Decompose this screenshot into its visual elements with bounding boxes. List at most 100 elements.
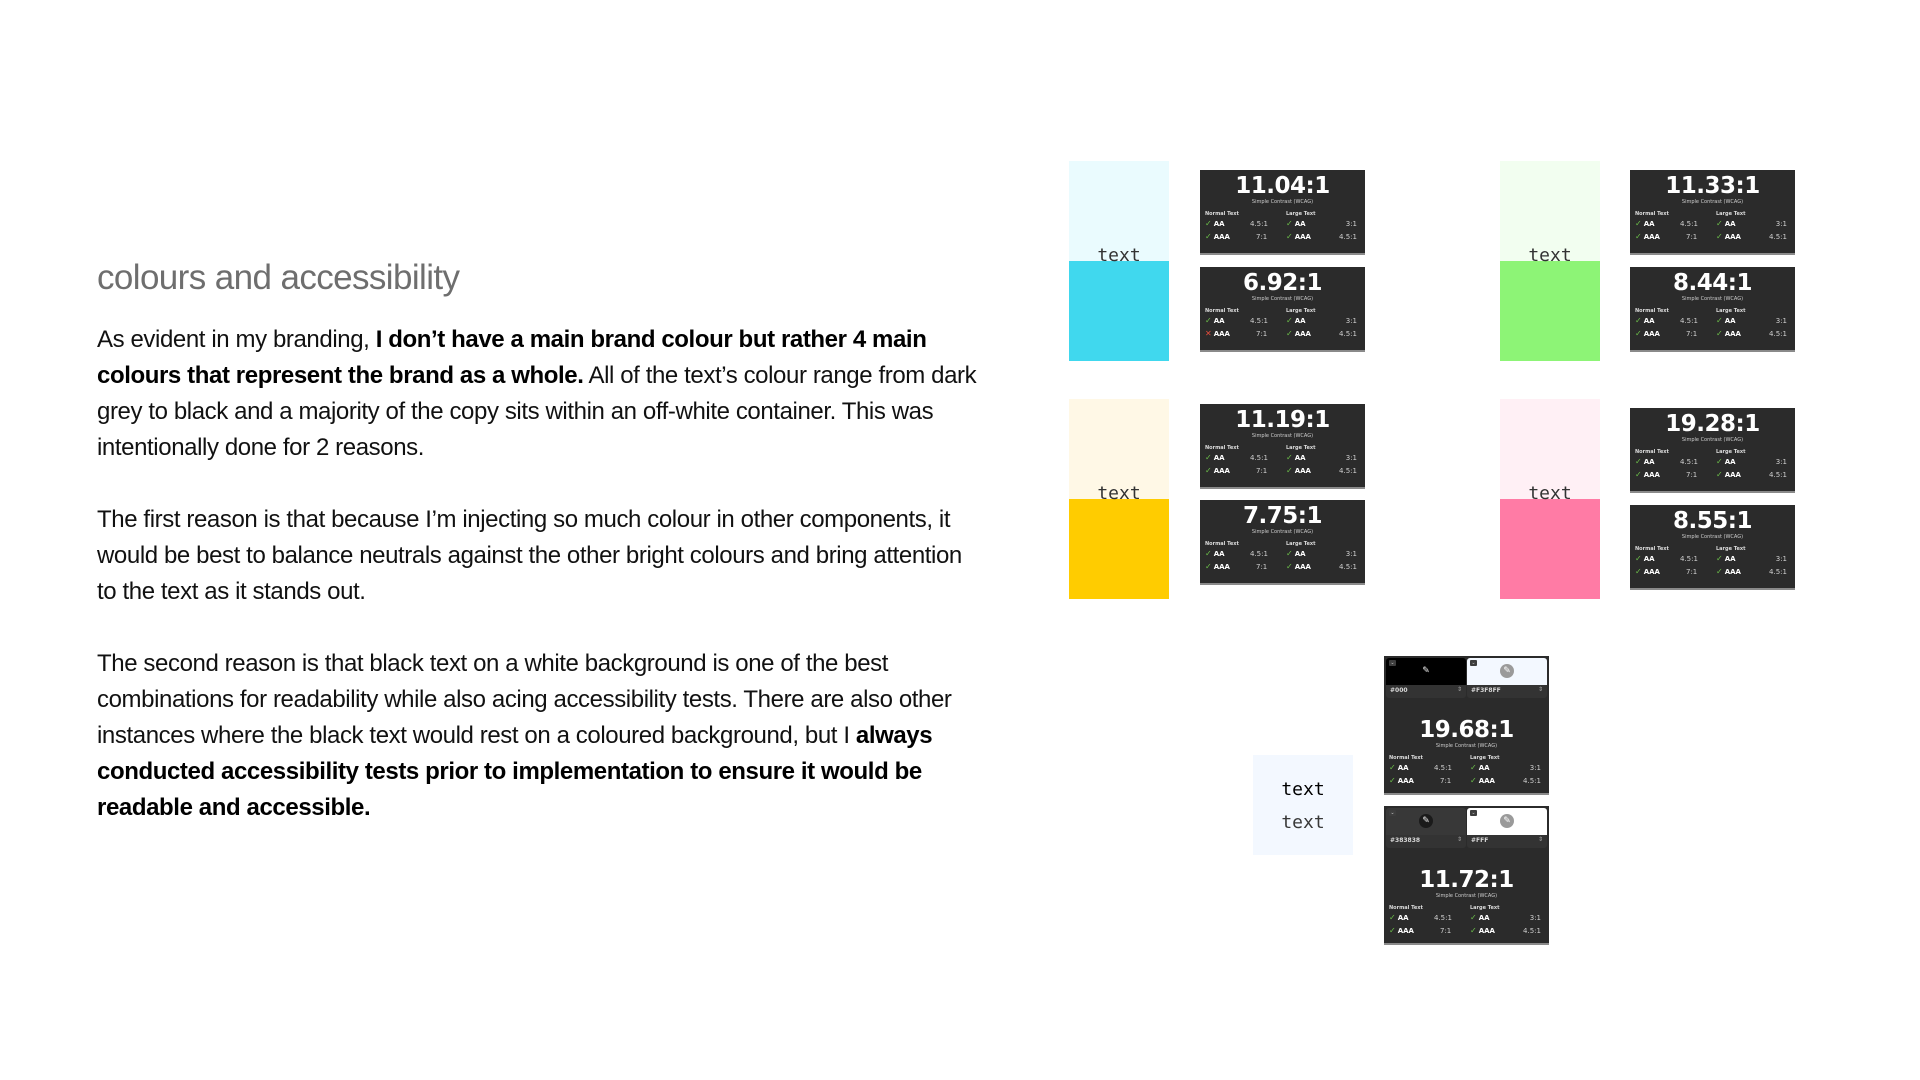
check-icon: ✓ <box>1205 232 1212 241</box>
paragraph-first-reason: The first reason is that because I’m inj… <box>97 506 962 605</box>
swatch-cyan-dark <box>1069 261 1169 361</box>
swatch-text-label: text <box>1097 245 1141 266</box>
eyedropper-icon[interactable]: ✎ <box>1419 814 1433 828</box>
contrast-ratio: 8.55:1 <box>1673 508 1752 534</box>
normal-aaa-result: ✓ AAA <box>1635 470 1660 479</box>
stepper-arrows-icon[interactable]: ⇕ <box>1538 686 1543 693</box>
contrast-checker-2: ⌄ ✎ #383838 ⇕ ⌄ ✎ #FFF ⇕ 11.72:1 Simple … <box>1384 806 1549 945</box>
chevron-down-icon[interactable]: ⌄ <box>1389 660 1396 666</box>
requirement-value: 4.5:1 <box>1339 330 1357 338</box>
large-text-header: Large Text <box>1470 755 1500 761</box>
sample-text-black: text <box>1281 779 1325 800</box>
foreground-color-picker[interactable]: ⌄ ✎ #383838 ⇕ <box>1386 808 1466 848</box>
normal-aaa-result: ✓ AAA <box>1635 567 1660 576</box>
requirement-value: 4.5:1 <box>1523 777 1541 785</box>
normal-text-header: Normal Text <box>1389 905 1423 911</box>
check-icon: ✓ <box>1635 232 1642 241</box>
requirement-value: 3:1 <box>1775 220 1787 228</box>
requirement-value: 4.5:1 <box>1680 555 1698 563</box>
background-hex-input[interactable]: #FFF <box>1471 837 1488 844</box>
large-text-header: Large Text <box>1286 445 1316 451</box>
check-icon: ✓ <box>1635 457 1642 466</box>
contrast-ratio: 8.44:1 <box>1673 270 1752 296</box>
normal-aa-result: ✓ AA <box>1635 219 1655 228</box>
requirement-value: 7:1 <box>1686 471 1698 479</box>
normal-aaa-result: ✓ AAA <box>1389 926 1414 935</box>
contrast-subtitle: Simple Contrast (WCAG) <box>1681 534 1744 540</box>
background-color-picker[interactable]: ⌄ ✎ #FFF ⇕ <box>1467 808 1547 848</box>
contrast-ratio: 19.68:1 <box>1419 717 1514 743</box>
normal-text-header: Normal Text <box>1389 755 1423 761</box>
check-icon: ✓ <box>1205 316 1212 325</box>
foreground-color-picker[interactable]: ⌄ ✎ #000 ⇕ <box>1386 658 1466 698</box>
stepper-arrows-icon[interactable]: ⇕ <box>1538 836 1543 843</box>
check-icon: ✓ <box>1389 776 1396 785</box>
check-icon: ✓ <box>1470 763 1477 772</box>
foreground-hex-input[interactable]: #000 <box>1390 687 1408 694</box>
swatch-text-label: text <box>1528 483 1572 504</box>
requirement-value: 4.5:1 <box>1680 458 1698 466</box>
chevron-down-icon[interactable]: ⌄ <box>1470 660 1477 666</box>
check-icon: ✓ <box>1716 470 1723 479</box>
stepper-arrows-icon[interactable]: ⇕ <box>1457 836 1462 843</box>
requirement-value: 4.5:1 <box>1250 317 1268 325</box>
swatch-text-label: text <box>1528 245 1572 266</box>
contrast-ratio: 6.92:1 <box>1243 270 1322 296</box>
normal-aa-result: ✓ AA <box>1389 763 1409 772</box>
contrast-results: Normal Text Large Text ✓ AA 4.5:1 ✓ AA 3:1… <box>1630 546 1795 586</box>
requirement-value: 7:1 <box>1256 467 1268 475</box>
chevron-down-icon[interactable]: ⌄ <box>1389 810 1396 816</box>
contrast-results: Normal Text Large Text ✓ AA 4.5:1 ✓ AA 3:1… <box>1200 445 1365 485</box>
normal-text-header: Normal Text <box>1205 308 1239 314</box>
background-hex-input[interactable]: #F3F8FF <box>1471 687 1501 694</box>
normal-text-header: Normal Text <box>1205 541 1239 547</box>
sample-text-dark-grey: text <box>1281 812 1325 833</box>
stepper-arrows-icon[interactable]: ⇕ <box>1457 686 1462 693</box>
contrast-ratio: 11.04:1 <box>1235 173 1330 199</box>
check-icon: ✓ <box>1286 316 1293 325</box>
check-icon: ✓ <box>1716 316 1723 325</box>
contrast-results: Normal Text Large Text ✓ AA 4.5:1 ✓ AA 3:1… <box>1630 449 1795 489</box>
check-icon: ✓ <box>1389 913 1396 922</box>
normal-aa-result: ✓ AA <box>1635 316 1655 325</box>
requirement-value: 7:1 <box>1686 233 1698 241</box>
requirement-value: 3:1 <box>1345 220 1357 228</box>
contrast-subtitle: Simple Contrast (WCAG) <box>1251 433 1314 439</box>
contrast-result: 11.72:1 Simple Contrast (WCAG) Normal Te… <box>1384 850 1549 945</box>
check-icon: ✓ <box>1716 232 1723 241</box>
check-icon: ✓ <box>1205 453 1212 462</box>
large-aaa-result: ✓ AAA <box>1470 776 1495 785</box>
contrast-results: Normal Text Large Text ✓ AA 4.5:1 ✓ AA 3:1… <box>1200 541 1365 581</box>
eyedropper-icon[interactable]: ✎ <box>1419 664 1433 678</box>
swatch-yellow: text <box>1069 399 1169 599</box>
normal-text-header: Normal Text <box>1635 211 1669 217</box>
contrast-ratio: 7.75:1 <box>1243 503 1322 529</box>
contrast-results: Normal Text Large Text ✓ AA 4.5:1 ✓ AA 3:1… <box>1630 211 1795 251</box>
eyedropper-icon[interactable]: ✎ <box>1500 664 1514 678</box>
normal-aaa-result: ✓ AAA <box>1635 329 1660 338</box>
check-icon: ✓ <box>1286 232 1293 241</box>
chevron-down-icon[interactable]: ⌄ <box>1470 810 1477 816</box>
contrast-card-cyan-light: 11.04:1 Simple Contrast (WCAG) Normal Te… <box>1200 170 1365 255</box>
contrast-card-green-dark: 8.44:1 Simple Contrast (WCAG) Normal Tex… <box>1630 267 1795 352</box>
check-icon: ✓ <box>1470 913 1477 922</box>
paragraph-text: As evident in my branding, <box>97 326 376 353</box>
contrast-subtitle: Simple Contrast (WCAG) <box>1251 296 1314 302</box>
contrast-subtitle: Simple Contrast (WCAG) <box>1251 529 1314 535</box>
check-icon: ✓ <box>1286 219 1293 228</box>
checker-results: Normal Text Large Text ✓ AA 4.5:1 ✓ AA 3:1… <box>1384 755 1549 795</box>
large-aa-result: ✓ AA <box>1286 219 1306 228</box>
large-aa-result: ✓ AA <box>1286 316 1306 325</box>
requirement-value: 7:1 <box>1256 330 1268 338</box>
contrast-ratio: 19.28:1 <box>1665 411 1760 437</box>
check-icon: ✓ <box>1635 329 1642 338</box>
foreground-hex-input[interactable]: #383838 <box>1390 837 1420 844</box>
check-icon: ✓ <box>1635 470 1642 479</box>
eyedropper-icon[interactable]: ✎ <box>1500 814 1514 828</box>
contrast-card-yellow-light: 11.19:1 Simple Contrast (WCAG) Normal Te… <box>1200 404 1365 489</box>
normal-aaa-result: ✓ AAA <box>1205 466 1230 475</box>
background-color-picker[interactable]: ⌄ ✎ #F3F8FF ⇕ <box>1467 658 1547 698</box>
large-aaa-result: ✓ AAA <box>1716 567 1741 576</box>
large-aaa-result: ✓ AAA <box>1286 329 1311 338</box>
large-aaa-result: ✓ AAA <box>1286 562 1311 571</box>
